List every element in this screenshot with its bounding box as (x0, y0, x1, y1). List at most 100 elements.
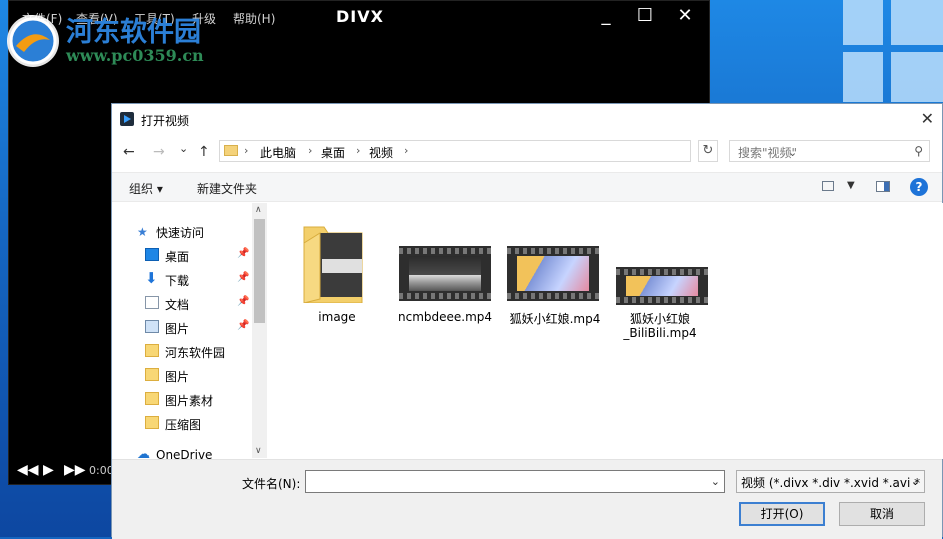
folder-icon (145, 368, 159, 381)
organize-menu[interactable]: 组织 ▾ (129, 180, 163, 197)
navigation-pane: ★ 快速访问 桌面 📌 ⬇ 下载 📌 文档 📌 图片 📌 河东软件园 图片 图片… (112, 203, 267, 459)
video-thumbnail (399, 246, 491, 301)
recent-locations-icon[interactable]: ⌄ (179, 142, 188, 155)
maximize-button[interactable]: ☐ (631, 4, 659, 28)
open-video-dialog: 打开视频 ✕ ← → ⌄ ↑ › 此电脑 › 桌面 › 视频 › ⌄ ↻ 搜索"… (111, 103, 943, 539)
cloud-icon: ☁ (137, 447, 150, 459)
search-placeholder: 搜索"视频" (738, 146, 798, 160)
help-icon[interactable]: ? (910, 178, 928, 196)
navigation-bar: ← → ⌄ ↑ › 此电脑 › 桌面 › 视频 › ⌄ ↻ 搜索"视频" ⚲ (112, 136, 942, 168)
dialog-titlebar: 打开视频 ✕ (112, 104, 942, 135)
address-bar[interactable]: › 此电脑 › 桌面 › 视频 › ⌄ (219, 140, 797, 162)
folder-icon (224, 145, 238, 156)
sidebar-item-label: 桌面 (165, 250, 190, 264)
pin-icon: 📌 (237, 296, 250, 307)
rewind-icon[interactable]: ◀◀ (17, 462, 39, 478)
search-box[interactable]: 搜索"视频" ⚲ (729, 140, 930, 162)
sidebar-scrollbar[interactable]: ∧ ∨ (252, 203, 267, 458)
playback-time: 0:00 (89, 464, 114, 477)
watermark-title: 河东软件园 (66, 17, 201, 48)
sidebar-quick-access[interactable]: ★ 快速访问 (112, 221, 252, 243)
dialog-title: 打开视频 (141, 114, 190, 128)
preview-pane-icon[interactable] (876, 181, 890, 192)
pin-icon: 📌 (237, 320, 250, 331)
file-type-value: 视频 (*.divx *.div *.xvid *.avi * (741, 476, 921, 490)
sidebar-item-label: 图片 (165, 370, 190, 384)
forward-arrow-icon[interactable]: → (153, 144, 165, 160)
pin-icon: 📌 (237, 272, 250, 283)
file-name-line1: 狐妖小红娘 (629, 312, 690, 326)
file-name: ncmbdeee.mp4 (397, 310, 493, 324)
pin-icon: 📌 (237, 248, 250, 259)
chevron-right-icon: › (404, 144, 409, 157)
chevron-right-icon: › (356, 144, 361, 157)
new-folder-button[interactable]: 新建文件夹 (197, 180, 257, 197)
sidebar-item-onedrive[interactable]: ☁ OneDrive (112, 445, 252, 459)
view-options-dropdown[interactable]: ▼ (847, 180, 855, 191)
sidebar-item-picture-materials[interactable]: 图片素材 (112, 389, 252, 411)
scroll-down-icon[interactable]: ∨ (255, 446, 262, 456)
breadcrumb-this-pc[interactable]: 此电脑 (260, 144, 296, 161)
divx-app-icon (120, 112, 134, 126)
sidebar-item-compressed[interactable]: 压缩图 (112, 413, 252, 435)
dialog-close-button[interactable]: ✕ (921, 109, 934, 128)
sidebar-item-pictures-folder[interactable]: 图片 (112, 365, 252, 387)
folder-icon (303, 226, 363, 303)
sidebar-item-label: OneDrive (156, 448, 213, 459)
up-arrow-icon[interactable]: ↑ (198, 144, 210, 160)
pictures-icon (145, 320, 159, 333)
breadcrumb-videos[interactable]: 视频 (369, 144, 393, 161)
chevron-right-icon: › (308, 144, 313, 157)
sidebar-item-label: 河东软件园 (165, 346, 226, 360)
watermark-logo-icon (7, 15, 59, 67)
player-close-button[interactable]: ✕ (671, 4, 699, 28)
file-type-select[interactable]: 视频 (*.divx *.div *.xvid *.avi * ⌄ (736, 470, 925, 493)
sidebar-item-label: 图片素材 (165, 394, 214, 408)
chevron-down-icon[interactable]: ⌄ (711, 475, 720, 488)
desktop-icon (145, 248, 159, 261)
command-toolbar: 组织 ▾ 新建文件夹 ▼ ? (112, 172, 942, 202)
file-item-image-folder[interactable]: image (287, 215, 387, 325)
file-item-huyao-bilibili[interactable]: 狐妖小红娘 _BiliBili.mp4 (610, 215, 710, 345)
star-icon: ★ (137, 225, 148, 239)
download-arrow-icon: ⬇ (145, 269, 158, 287)
chevron-down-icon: ⌄ (910, 475, 920, 488)
sidebar-item-label: 快速访问 (156, 226, 205, 240)
file-name: 狐妖小红娘.mp4 (509, 312, 601, 326)
video-thumbnail (507, 246, 599, 301)
windows-logo (813, 0, 943, 110)
scroll-up-icon[interactable]: ∧ (255, 205, 262, 215)
scrollbar-thumb[interactable] (254, 219, 265, 323)
back-arrow-icon[interactable]: ← (123, 144, 135, 160)
play-icon[interactable]: ▶ (43, 462, 54, 478)
folder-icon (145, 416, 159, 429)
file-list: image ncmbdeee.mp4 狐妖小红娘.mp4 狐妖小红娘 _Bili… (268, 203, 943, 459)
sidebar-item-documents[interactable]: 文档 📌 (112, 293, 252, 315)
sidebar-item-downloads[interactable]: ⬇ 下载 📌 (112, 269, 252, 291)
video-thumbnail (616, 267, 708, 305)
menu-help[interactable]: 帮助(H) (233, 10, 275, 27)
sidebar-item-pictures[interactable]: 图片 📌 (112, 317, 252, 339)
file-name-line2: _BiliBili.mp4 (623, 326, 697, 340)
filename-input[interactable]: ⌄ (305, 470, 725, 493)
minimize-button[interactable]: _ (592, 4, 620, 28)
sidebar-item-label: 图片 (165, 322, 190, 336)
search-icon: ⚲ (914, 144, 923, 158)
document-icon (145, 296, 159, 309)
folder-icon (145, 392, 159, 405)
folder-icon (145, 344, 159, 357)
open-button[interactable]: 打开(O) (739, 502, 825, 526)
file-item-ncmbdeee[interactable]: ncmbdeee.mp4 (395, 215, 495, 325)
sidebar-item-desktop[interactable]: 桌面 📌 (112, 245, 252, 267)
divx-logo: DIVX (336, 7, 384, 26)
breadcrumb-desktop[interactable]: 桌面 (321, 144, 345, 161)
file-name: image (318, 310, 356, 324)
sidebar-item-hedong[interactable]: 河东软件园 (112, 341, 252, 363)
refresh-button[interactable]: ↻ (698, 140, 718, 162)
fast-forward-icon[interactable]: ▶▶ (64, 462, 86, 478)
chevron-right-icon: › (244, 144, 249, 157)
cancel-button[interactable]: 取消 (839, 502, 925, 526)
sidebar-item-label: 下载 (165, 274, 190, 288)
change-view-icon[interactable] (822, 181, 834, 191)
file-item-huyao[interactable]: 狐妖小红娘.mp4 (505, 215, 605, 326)
